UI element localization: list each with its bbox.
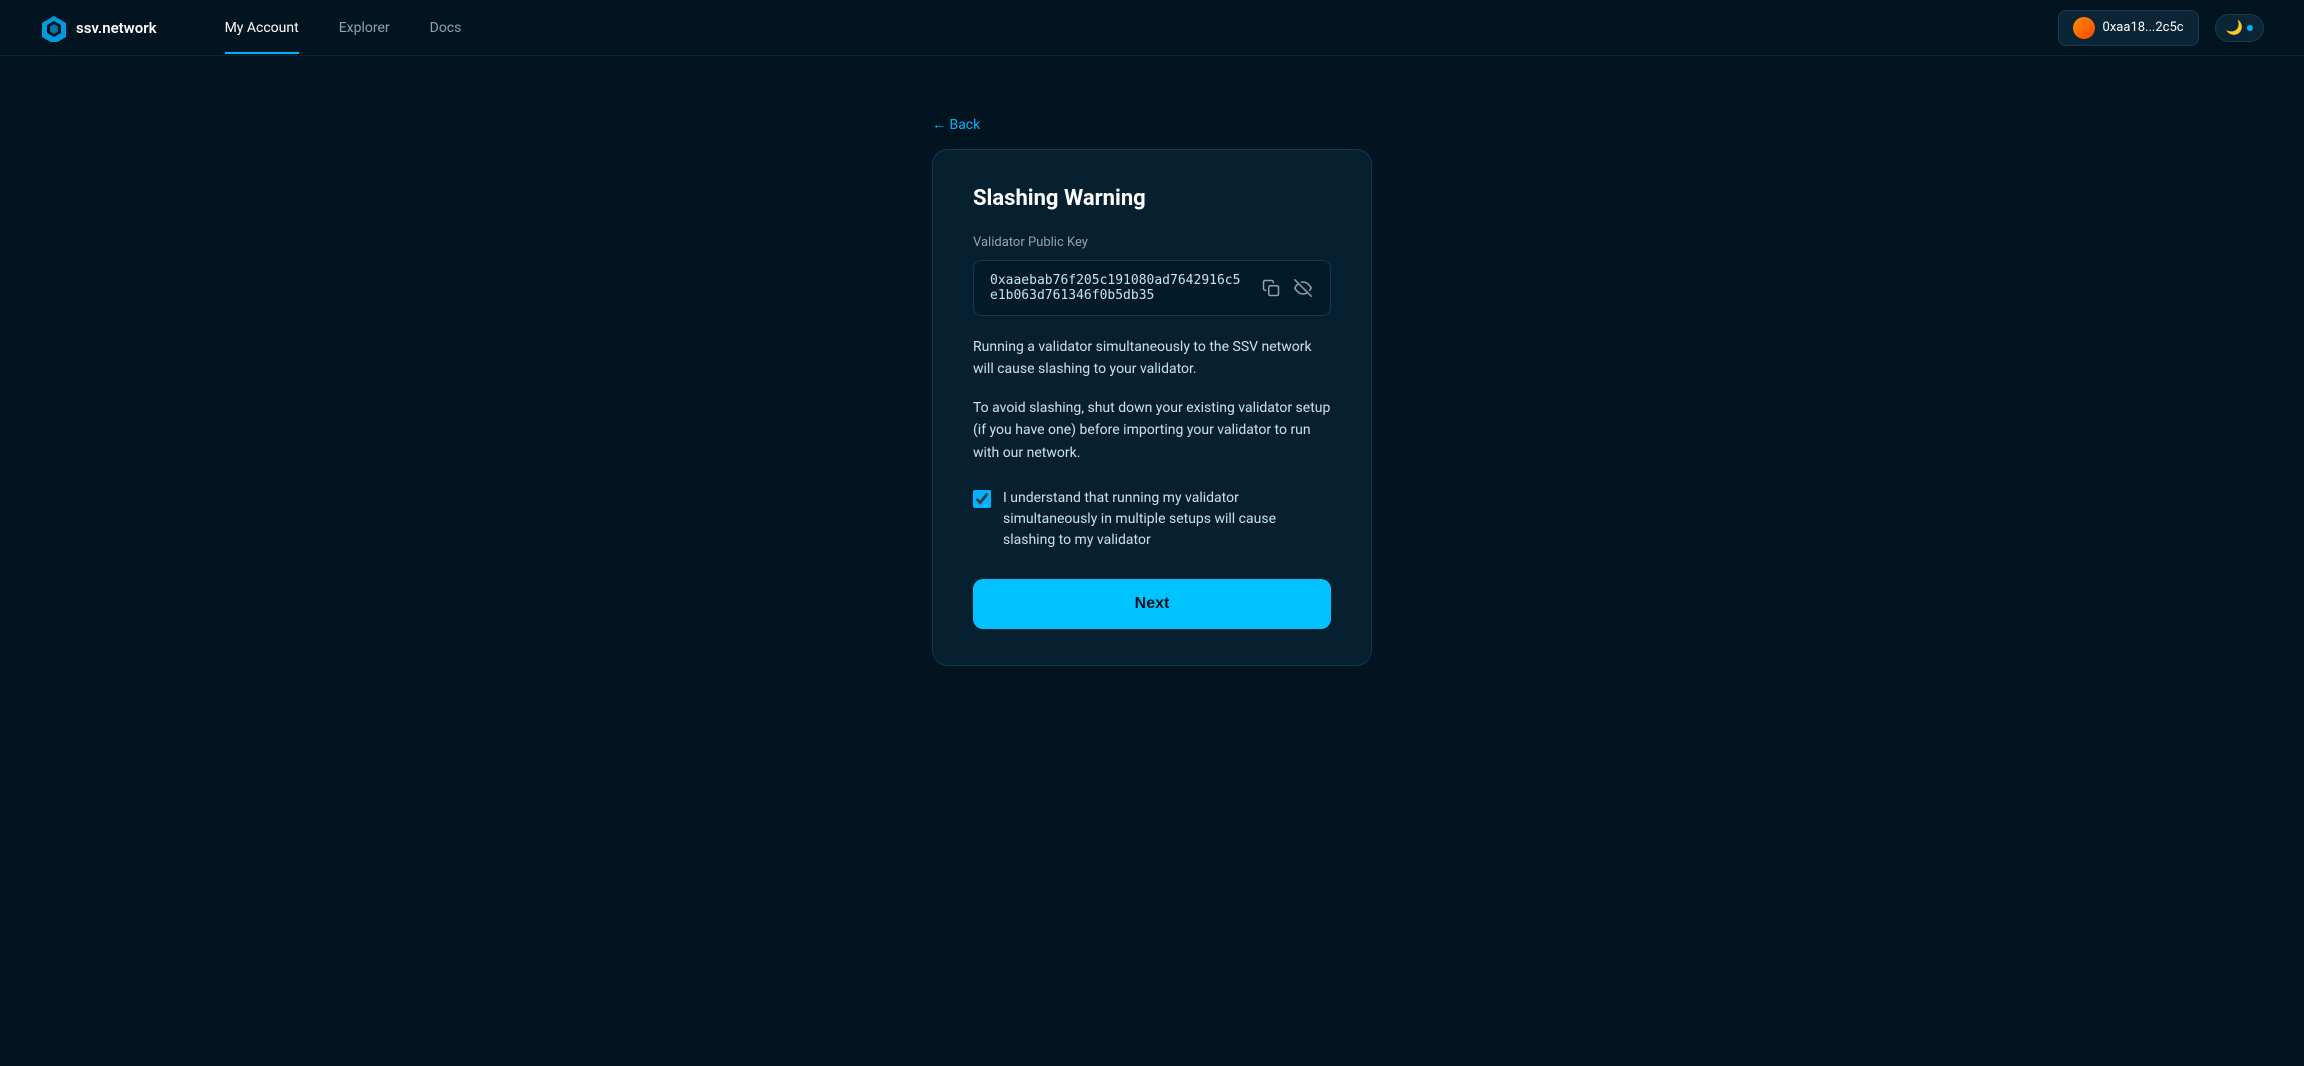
pubkey-value: 0xaaebab76f205c191080ad7642916c5e1b063d7… (990, 273, 1248, 303)
warning-text-1: Running a validator simultaneously to th… (973, 336, 1331, 381)
logo-icon (40, 14, 68, 42)
moon-icon: 🌙 (2226, 20, 2243, 36)
copy-icon (1262, 279, 1280, 297)
wallet-address: 0xaa18...2c5c (2103, 20, 2184, 35)
back-link[interactable]: ← Back (932, 116, 1372, 133)
warning-text-2: To avoid slashing, shut down your existi… (973, 397, 1331, 464)
understand-checkbox[interactable] (973, 490, 991, 508)
navbar: ssv.network My Account Explorer Docs 0xa… (0, 0, 2304, 56)
wallet-avatar (2073, 17, 2095, 39)
logo-text: ssv.network (76, 19, 157, 37)
theme-toggle[interactable]: 🌙 (2215, 14, 2264, 42)
checkbox-label[interactable]: I understand that running my validator s… (1003, 488, 1331, 551)
wallet-badge[interactable]: 0xaa18...2c5c (2058, 10, 2199, 46)
logo[interactable]: ssv.network (40, 14, 157, 42)
next-button[interactable]: Next (973, 579, 1331, 629)
nav-docs[interactable]: Docs (410, 2, 482, 54)
nav-explorer[interactable]: Explorer (319, 2, 410, 54)
main-content: ← Back Slashing Warning Validator Public… (0, 56, 2304, 666)
back-link-container: ← Back (932, 116, 1372, 133)
pubkey-box: 0xaaebab76f205c191080ad7642916c5e1b063d7… (973, 260, 1331, 316)
visibility-toggle-button[interactable] (1292, 277, 1314, 299)
slashing-warning-card: Slashing Warning Validator Public Key 0x… (932, 149, 1372, 666)
nav-links: My Account Explorer Docs (205, 2, 2058, 54)
copy-button[interactable] (1260, 277, 1282, 299)
theme-dot (2247, 25, 2253, 31)
pubkey-icons (1260, 277, 1314, 299)
card-title: Slashing Warning (973, 186, 1331, 211)
eye-slash-icon (1294, 279, 1312, 297)
pubkey-label: Validator Public Key (973, 235, 1331, 250)
nav-my-account[interactable]: My Account (205, 2, 319, 54)
nav-right: 0xaa18...2c5c 🌙 (2058, 10, 2264, 46)
checkbox-row: I understand that running my validator s… (973, 488, 1331, 551)
